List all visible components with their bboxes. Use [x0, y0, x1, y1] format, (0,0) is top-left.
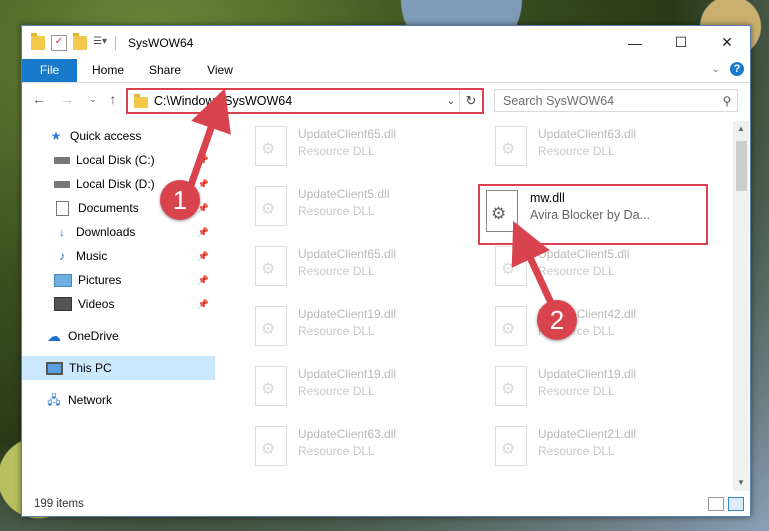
callout-arrows [186, 88, 556, 307]
callout-badge-1: 1 [160, 180, 200, 220]
arrow-to-mw-dll [511, 220, 556, 307]
arrow-to-address-bar [186, 88, 231, 190]
callout-badge-2: 2 [537, 300, 577, 340]
